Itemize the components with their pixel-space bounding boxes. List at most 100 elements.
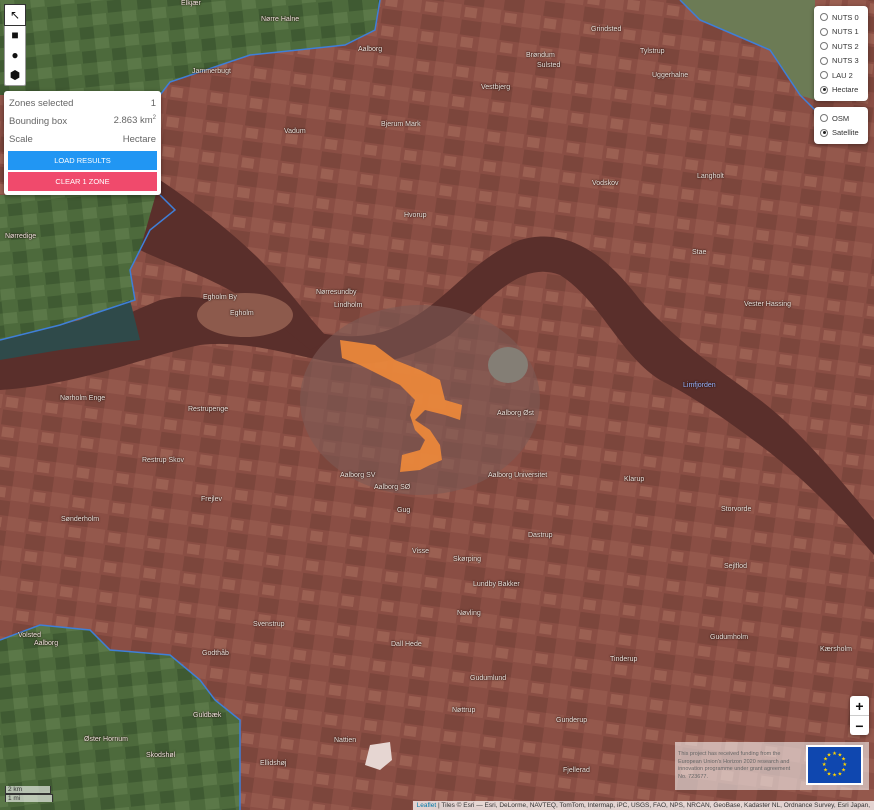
place-label: Sulsted	[537, 62, 561, 69]
place-label: Svenstrup	[253, 621, 285, 628]
place-label: Skodshøl	[146, 752, 176, 759]
place-label: Vestbjerg	[481, 84, 511, 91]
place-label: Limfjorden	[683, 382, 716, 389]
level-option-nuts2[interactable]: NUTS 2	[820, 39, 862, 54]
place-label: Nørresundby	[316, 289, 357, 296]
bbox-row: Bounding box 2.863 km2	[8, 112, 157, 130]
place-label: Nattien	[334, 737, 357, 744]
place-label: Storvorde	[721, 506, 752, 513]
basemap-label: OSM	[832, 113, 850, 123]
place-label: Lundby Bakker	[473, 581, 520, 588]
radio-icon	[820, 114, 828, 123]
scale-label: Scale	[9, 133, 33, 145]
scale-value: Hectare	[122, 133, 156, 145]
circle-tool-icon[interactable]: ●	[5, 45, 25, 65]
zoom-out-button[interactable]: −	[850, 715, 869, 735]
polygon-tool-icon[interactable]: ⬢	[5, 65, 25, 85]
place-label: Langholt	[697, 173, 724, 180]
zoom-in-button[interactable]: +	[850, 696, 869, 715]
bbox-unit-sup: 2	[152, 115, 156, 122]
level-option-lau2[interactable]: LAU 2	[820, 68, 862, 83]
radio-icon	[820, 42, 828, 51]
zones-value: 1	[150, 97, 156, 109]
svg-text:★: ★	[832, 773, 837, 779]
zones-label: Zones selected	[9, 97, 74, 109]
radio-icon	[820, 27, 828, 36]
select-tool-icon[interactable]: ↖	[4, 4, 26, 26]
scale-row: Scale Hectare	[8, 130, 157, 148]
zones-row: Zones selected 1	[8, 94, 157, 112]
place-label: Aalborg SV	[340, 472, 376, 479]
place-label: Frejlev	[201, 496, 223, 503]
place-label: Tinderup	[610, 656, 638, 663]
place-label: Godthåb	[202, 650, 229, 657]
bbox-value: 2.863 km	[113, 115, 153, 127]
level-option-nuts3[interactable]: NUTS 3	[820, 54, 862, 69]
radio-selected-icon	[820, 85, 828, 94]
place-label: Vodskov	[592, 180, 619, 187]
scale-km: 2 km	[5, 786, 51, 794]
place-label: Gug	[397, 507, 411, 514]
place-label: Nørholm Enge	[60, 395, 106, 402]
place-label: Jammerbugt	[192, 68, 231, 75]
svg-text:★: ★	[832, 751, 837, 757]
place-label: Dastrup	[528, 532, 553, 539]
svg-text:★: ★	[827, 752, 832, 758]
basemap-option-satellite[interactable]: Satellite	[820, 126, 862, 141]
place-label: Aalborg Øst	[497, 410, 534, 417]
place-label: Grindsted	[591, 26, 622, 33]
place-label: Hvorup	[404, 212, 427, 219]
eu-flag-icon: ★ ★★ ★★★ ★★★ ★★★	[806, 745, 863, 785]
place-label: Gudumlund	[470, 675, 507, 682]
level-selector: NUTS 0 NUTS 1 NUTS 2 NUTS 3 LAU 2 Hectar…	[814, 6, 868, 101]
place-label: Tylstrup	[640, 48, 665, 55]
scale-mi: 1 mi	[5, 794, 53, 802]
place-label: Fjellerad	[563, 767, 590, 774]
place-label: Brøndum	[526, 52, 555, 59]
radio-selected-icon	[820, 128, 828, 137]
level-option-nuts0[interactable]: NUTS 0	[820, 10, 862, 25]
eu-funding-notice: This project has received funding from t…	[675, 742, 869, 790]
basemap-option-osm[interactable]: OSM	[820, 111, 862, 126]
level-option-nuts1[interactable]: NUTS 1	[820, 25, 862, 40]
place-label: Nøvling	[457, 610, 481, 617]
leaflet-link[interactable]: Leaflet	[417, 802, 437, 809]
basemap-selector: OSM Satellite	[814, 107, 868, 144]
place-label: Gudumholm	[710, 634, 749, 641]
place-label: Egholm	[230, 310, 254, 317]
level-label: NUTS 2	[832, 41, 859, 51]
place-label: Gunderup	[556, 717, 588, 724]
level-option-hectare[interactable]: Hectare	[820, 83, 862, 98]
place-label: Bjerum Mark	[381, 121, 421, 128]
place-label: Restrupenge	[188, 406, 229, 413]
radio-icon	[820, 13, 828, 22]
level-label: NUTS 3	[832, 56, 859, 66]
place-label: Restrup Skov	[142, 457, 185, 464]
place-label: Lindholm	[334, 302, 363, 309]
rectangle-tool-icon[interactable]: ■	[5, 25, 25, 45]
svg-text:★: ★	[823, 767, 828, 773]
radio-icon	[820, 56, 828, 65]
place-label: Skørping	[453, 556, 482, 563]
place-label: Uggerhalne	[652, 72, 689, 79]
place-label: Øster Hornum	[84, 736, 128, 743]
place-label: Volsted	[18, 632, 41, 639]
place-label: Aalborg	[34, 640, 59, 647]
place-label: Stae	[692, 249, 707, 256]
place-label: Guldbæk	[193, 712, 222, 719]
clear-zone-button[interactable]: CLEAR 1 ZONE	[8, 172, 157, 191]
place-label: Nørre Halne	[261, 16, 300, 23]
place-label: Sejlflod	[724, 563, 747, 570]
level-label: Hectare	[832, 85, 859, 95]
svg-text:★: ★	[822, 762, 827, 768]
place-label: Sønderholm	[61, 516, 100, 523]
place-label: Klarup	[624, 476, 645, 483]
place-label: Elkjær	[181, 0, 201, 7]
place-label: Vadum	[284, 128, 306, 135]
load-results-button[interactable]: LOAD RESULTS	[8, 151, 157, 170]
place-label: Dall Hede	[391, 641, 422, 648]
place-label: Aalborg	[358, 46, 383, 53]
place-label: Egholm By	[203, 294, 237, 301]
radio-icon	[820, 71, 828, 80]
basemap-label: Satellite	[832, 128, 859, 138]
